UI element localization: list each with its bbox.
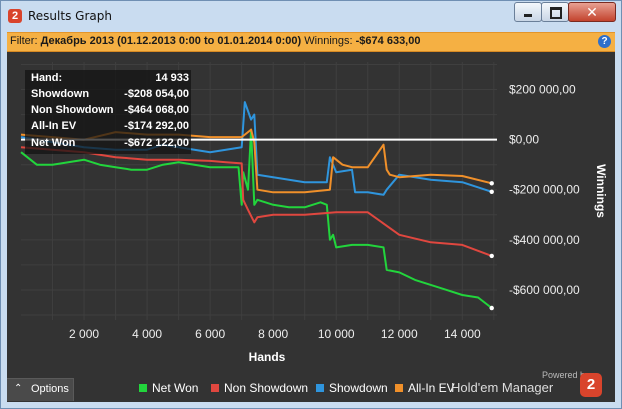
stat-hand-value: 14 933 [155, 72, 189, 84]
help-icon[interactable]: ? [598, 35, 611, 48]
chevron-up-icon: ⌃ [14, 383, 23, 394]
filter-winnings-value: -$674 633,00 [355, 35, 421, 47]
close-button[interactable]: ✕ [568, 2, 616, 22]
legend-swatch-non-showdown [211, 384, 219, 392]
y-tick-label: $0,00 [509, 133, 539, 147]
stat-net-won: Net Won -$672 122,00 [31, 137, 189, 154]
series-end-point-non-showdown [489, 253, 494, 259]
options-label: Options [31, 383, 69, 395]
stat-non-showdown: Non Showdown -$464 068,00 [31, 104, 189, 121]
legend-label-showdown: Showdown [329, 381, 388, 395]
y-tick-label: -$600 000,00 [509, 283, 580, 297]
stat-hand-label: Hand: [31, 72, 63, 84]
y-axis-title: Winnings [594, 164, 608, 218]
x-axis-title: Hands [249, 350, 286, 364]
close-icon: ✕ [586, 4, 598, 20]
legend-label-non-showdown: Non Showdown [224, 381, 309, 395]
stat-net-won-value: -$672 122,00 [124, 137, 189, 149]
x-tick-label: 4 000 [132, 327, 162, 341]
legend-label-allin-ev: All-In EV [408, 381, 455, 395]
stat-showdown-value: -$208 054,00 [124, 88, 189, 100]
series-end-point-net-won [489, 305, 494, 311]
x-tick-label: 2 000 [69, 327, 99, 341]
y-tick-label: -$200 000,00 [509, 183, 580, 197]
legend-label-net-won: Net Won [152, 381, 199, 395]
legend-swatch-allin-ev [395, 384, 403, 392]
stat-allin-ev-label: All-In EV [31, 120, 77, 132]
filter-winnings-label: Winnings: [304, 35, 353, 47]
stats-box: Hand: 14 933 Showdown -$208 054,00 Non S… [25, 70, 191, 154]
stat-non-showdown-label: Non Showdown [31, 104, 114, 116]
stat-showdown-label: Showdown [31, 88, 90, 100]
minimize-button[interactable] [514, 2, 542, 22]
title-bar[interactable]: 2 Results Graph ✕ [1, 1, 621, 31]
filter-bar: Filter: Декабрь 2013 (01.12.2013 0:00 to… [7, 32, 615, 52]
filter-range: Декабрь 2013 (01.12.2013 0:00 to 01.01.2… [40, 35, 302, 47]
stat-hand: Hand: 14 933 [31, 72, 189, 89]
stat-showdown: Showdown -$208 054,00 [31, 88, 189, 105]
brand-logo-icon: 2 [580, 373, 602, 397]
y-tick-label: -$400 000,00 [509, 233, 580, 247]
legend-swatch-showdown [316, 384, 324, 392]
x-tick-label: 6 000 [195, 327, 225, 341]
stat-allin-ev: All-In EV -$174 292,00 [31, 120, 189, 137]
x-tick-label: 12 000 [381, 327, 418, 341]
stat-allin-ev-value: -$174 292,00 [124, 120, 189, 132]
maximize-button[interactable] [541, 2, 569, 22]
options-button[interactable]: ⌃ Options [7, 378, 74, 401]
series-end-point-all-in-ev [489, 181, 494, 186]
graph-panel: 2 000 4 000 6 000 8 000 10 000 12 000 14 000 $2… [7, 52, 615, 402]
filter-prefix: Filter: [10, 35, 38, 47]
window-title: Results Graph [28, 9, 112, 23]
maximize-icon [550, 7, 562, 19]
stat-non-showdown-value: -$464 068,00 [124, 104, 189, 116]
app-logo-icon: 2 [8, 9, 22, 23]
y-tick-label: $200 000,00 [509, 83, 576, 97]
brand-name: Hold'em Manager [451, 380, 554, 395]
results-graph-window: 2 Results Graph ✕ Filter: Декабрь 2013 (… [0, 0, 622, 409]
x-tick-label: 8 000 [258, 327, 288, 341]
x-tick-label: 14 000 [444, 327, 481, 341]
filter-text: Filter: Декабрь 2013 (01.12.2013 0:00 to… [10, 35, 420, 47]
minimize-icon [524, 14, 532, 17]
stat-net-won-label: Net Won [31, 137, 76, 149]
x-tick-label: 10 000 [318, 327, 355, 341]
series-end-point-showdown [489, 189, 494, 194]
legend-swatch-net-won [139, 384, 147, 392]
